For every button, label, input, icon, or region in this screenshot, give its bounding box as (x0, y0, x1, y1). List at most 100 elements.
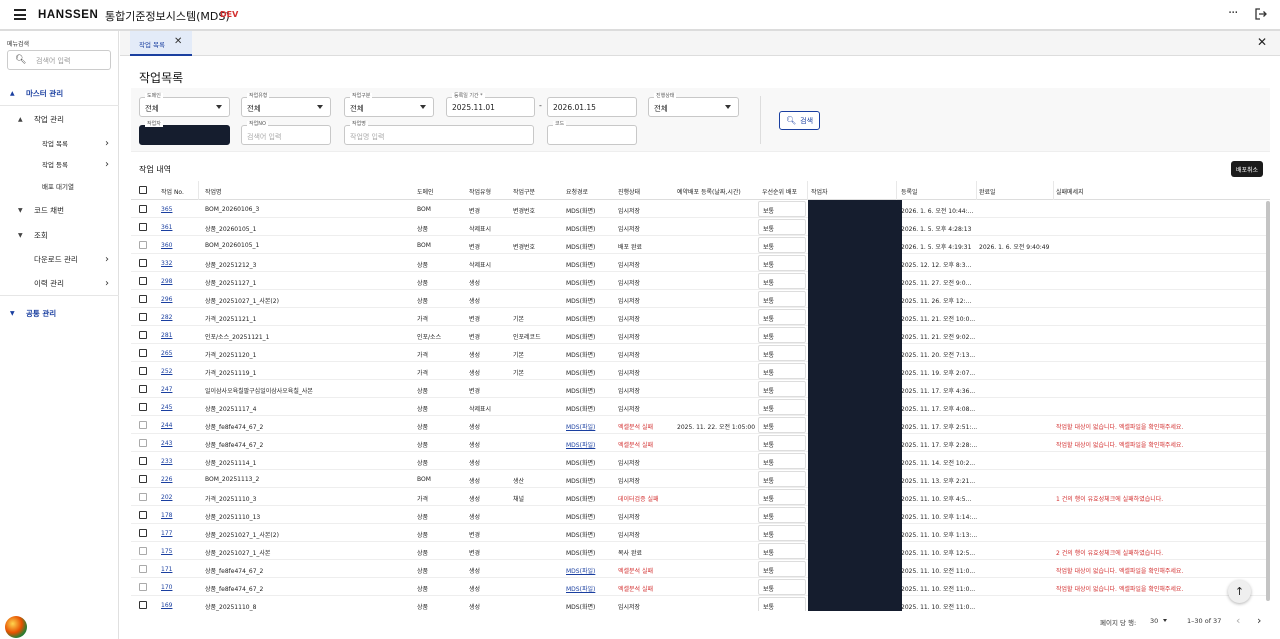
work-no-link[interactable]: 175 (161, 548, 172, 555)
work-no-link[interactable]: 202 (161, 494, 172, 501)
select-all-checkbox[interactable] (139, 186, 147, 194)
request-path-cell[interactable]: MDS(파일) (566, 566, 595, 575)
table-row[interactable]: 171 상품_fe8fe474_67_2 상품 생성 MDS(파일) 엑셀분석 실패 202… (131, 560, 1270, 578)
table-row[interactable]: 265 가격_20251120_1 가격 생성 기본 MDS(화면) 임시저장 2025. 1… (131, 344, 1270, 362)
sidebar-item-work-mgmt[interactable]: ▲ 작업 관리 (0, 107, 119, 131)
table-row[interactable]: 169 상품_20251110_8 상품 생성 MDS(화면) 임시저장 2025. 11.… (131, 596, 1270, 611)
code-input[interactable]: 코드 (547, 121, 637, 145)
work-no-link[interactable]: 226 (161, 476, 172, 483)
work-no-link[interactable]: 365 (161, 206, 172, 213)
col-header-done-date[interactable]: 완료일 (979, 187, 996, 196)
worker-field[interactable]: 작업자 (139, 121, 230, 145)
col-header-reg-date[interactable]: 등록일 (901, 187, 918, 196)
table-row[interactable]: 226 BOM_20251113_2 BOM 생성 생산 MDS(화면) 임시저장 2025.… (131, 470, 1270, 488)
status-select[interactable]: 진행상태 전체 (648, 93, 739, 117)
priority-select[interactable]: 보통 (758, 345, 806, 361)
close-all-icon[interactable]: ✕ (1257, 35, 1267, 49)
col-header-status[interactable]: 진행상태 (618, 187, 640, 196)
sidebar-item-master[interactable]: ▲ 마스터 관리 (0, 82, 119, 106)
prev-page-icon[interactable]: ‹ (1236, 614, 1240, 627)
request-path-cell[interactable]: MDS(파일) (566, 422, 595, 431)
priority-select[interactable]: 보통 (758, 273, 806, 289)
work-no-link[interactable]: 247 (161, 386, 172, 393)
cancel-deploy-button[interactable]: 배포취소 (1231, 161, 1263, 177)
table-row[interactable]: 332 상품_20251212_3 상품 삭제표시 MDS(화면) 임시저장 2025. 1… (131, 254, 1270, 272)
work-no-link[interactable]: 169 (161, 602, 172, 609)
row-checkbox[interactable] (139, 511, 147, 519)
row-checkbox[interactable] (139, 475, 147, 483)
work-no-link[interactable]: 360 (161, 242, 172, 249)
priority-select[interactable]: 보통 (758, 381, 806, 397)
menu-icon[interactable] (14, 9, 26, 20)
row-checkbox[interactable] (139, 349, 147, 357)
work-no-link[interactable]: 296 (161, 296, 172, 303)
table-row[interactable]: 296 상품_20251027_1_사본(2) 상품 생성 MDS(화면) 임시저장 202… (131, 290, 1270, 308)
row-checkbox[interactable] (139, 421, 147, 429)
table-row[interactable]: 175 상품_20251027_1_사본 상품 변경 MDS(화면) 복사 완료 2025.… (131, 542, 1270, 560)
work-no-link[interactable]: 170 (161, 584, 172, 591)
row-checkbox[interactable] (139, 583, 147, 591)
work-no-input[interactable]: 작업NO 검색어 입력 (241, 121, 331, 145)
table-row[interactable]: 298 상품_20251127_1 상품 생성 MDS(화면) 임시저장 2025. 11.… (131, 272, 1270, 290)
tab-work-list[interactable]: 작업 목록 ✕ (130, 31, 192, 56)
col-header-work-category[interactable]: 작업구분 (513, 187, 535, 196)
priority-select[interactable]: 보통 (758, 417, 806, 433)
row-checkbox[interactable] (139, 457, 147, 465)
work-name-input[interactable]: 작업명 작업명 입력 (344, 121, 534, 145)
row-checkbox[interactable] (139, 367, 147, 375)
table-row[interactable]: 245 상품_20251117_4 상품 삭제표시 MDS(화면) 임시저장 2025. 1… (131, 398, 1270, 416)
table-row[interactable]: 178 상품_20251110_13 상품 생성 MDS(화면) 임시저장 2025. 11… (131, 506, 1270, 524)
col-header-work-no[interactable]: 작업 No. (161, 187, 184, 196)
table-row[interactable]: 252 가격_20251119_1 가격 생성 기본 MDS(화면) 임시저장 2025. 1… (131, 362, 1270, 380)
table-row[interactable]: 233 상품_20251114_1 상품 생성 MDS(화면) 임시저장 2025. 11.… (131, 452, 1270, 470)
work-no-link[interactable]: 243 (161, 440, 172, 447)
logout-icon[interactable] (1255, 8, 1267, 20)
sidebar-item-download-mgmt[interactable]: 다운로드 관리 › (0, 247, 119, 271)
table-row[interactable]: 360 BOM_20260105_1 BOM 변경 변경번호 MDS(화면) 배포 완료 20… (131, 236, 1270, 254)
priority-select[interactable]: 보통 (758, 471, 806, 487)
row-checkbox[interactable] (139, 493, 147, 501)
row-checkbox[interactable] (139, 223, 147, 231)
col-header-work-name[interactable]: 작업명 (205, 187, 222, 196)
next-page-icon[interactable]: › (1257, 614, 1261, 627)
table-row[interactable]: 177 상품_20251027_1_사본(2) 상품 변경 MDS(화면) 임시저장 202… (131, 524, 1270, 542)
col-header-request-path[interactable]: 요청경로 (566, 187, 588, 196)
scroll-top-button[interactable]: ↑ (1228, 580, 1251, 603)
work-no-link[interactable]: 298 (161, 278, 172, 285)
row-checkbox[interactable] (139, 601, 147, 609)
col-header-priority-deploy[interactable]: 우선순위 배포 (762, 187, 797, 196)
menu-search-input[interactable]: 🔍︎ 검색어 입력 (7, 50, 111, 70)
work-no-link[interactable]: 178 (161, 512, 172, 519)
table-row[interactable]: 244 상품_fe8fe474_67_2 상품 생성 MDS(파일) 엑셀분석 실패 202… (131, 416, 1270, 434)
col-header-domain[interactable]: 도메인 (417, 187, 434, 196)
close-tab-icon[interactable]: ✕ (174, 36, 182, 47)
priority-select[interactable]: 보통 (758, 525, 806, 541)
priority-select[interactable]: 보통 (758, 327, 806, 343)
domain-select[interactable]: 도메인 전체 (139, 93, 230, 117)
row-checkbox[interactable] (139, 205, 147, 213)
reg-date-to-field[interactable]: 2026.01.15 (547, 97, 637, 117)
sidebar-item-history-mgmt[interactable]: 이력 관리 › (0, 272, 119, 296)
priority-select[interactable]: 보통 (758, 219, 806, 235)
row-checkbox[interactable] (139, 529, 147, 537)
priority-select[interactable]: 보통 (758, 543, 806, 559)
col-header-scheduled-deploy[interactable]: 예약배포 등록(날짜,시간) (677, 187, 741, 196)
table-row[interactable]: 365 BOM_20260106_3 BOM 변경 변경번호 MDS(화면) 임시저장 202… (131, 200, 1270, 218)
priority-select[interactable]: 보통 (758, 561, 806, 577)
priority-select[interactable]: 보통 (758, 453, 806, 469)
work-no-link[interactable]: 332 (161, 260, 172, 267)
priority-select[interactable]: 보통 (758, 309, 806, 325)
table-row[interactable]: 247 일이삼사오육칠팔구십일이삼사오육칠_사본 상품 변경 MDS(화면) 임시저장 20… (131, 380, 1270, 398)
work-category-select[interactable]: 작업구분 전체 (344, 93, 434, 117)
priority-select[interactable]: 보통 (758, 399, 806, 415)
sidebar-item-common-mgmt[interactable]: ▼ 공통 관리 (0, 301, 119, 325)
search-button[interactable]: 🔍︎ 검색 (779, 111, 820, 130)
priority-select[interactable]: 보통 (758, 579, 806, 595)
work-no-link[interactable]: 281 (161, 332, 172, 339)
company-logo[interactable]: HANSSEN (38, 9, 98, 21)
table-scrollbar[interactable] (1266, 201, 1270, 601)
table-row[interactable]: 202 가격_20251110_3 가격 생성 채널 MDS(화면) 데이터검증 실패 202… (131, 488, 1270, 506)
work-no-link[interactable]: 177 (161, 530, 172, 537)
work-no-link[interactable]: 244 (161, 422, 172, 429)
rows-per-page-select[interactable]: 30 (1150, 617, 1158, 625)
